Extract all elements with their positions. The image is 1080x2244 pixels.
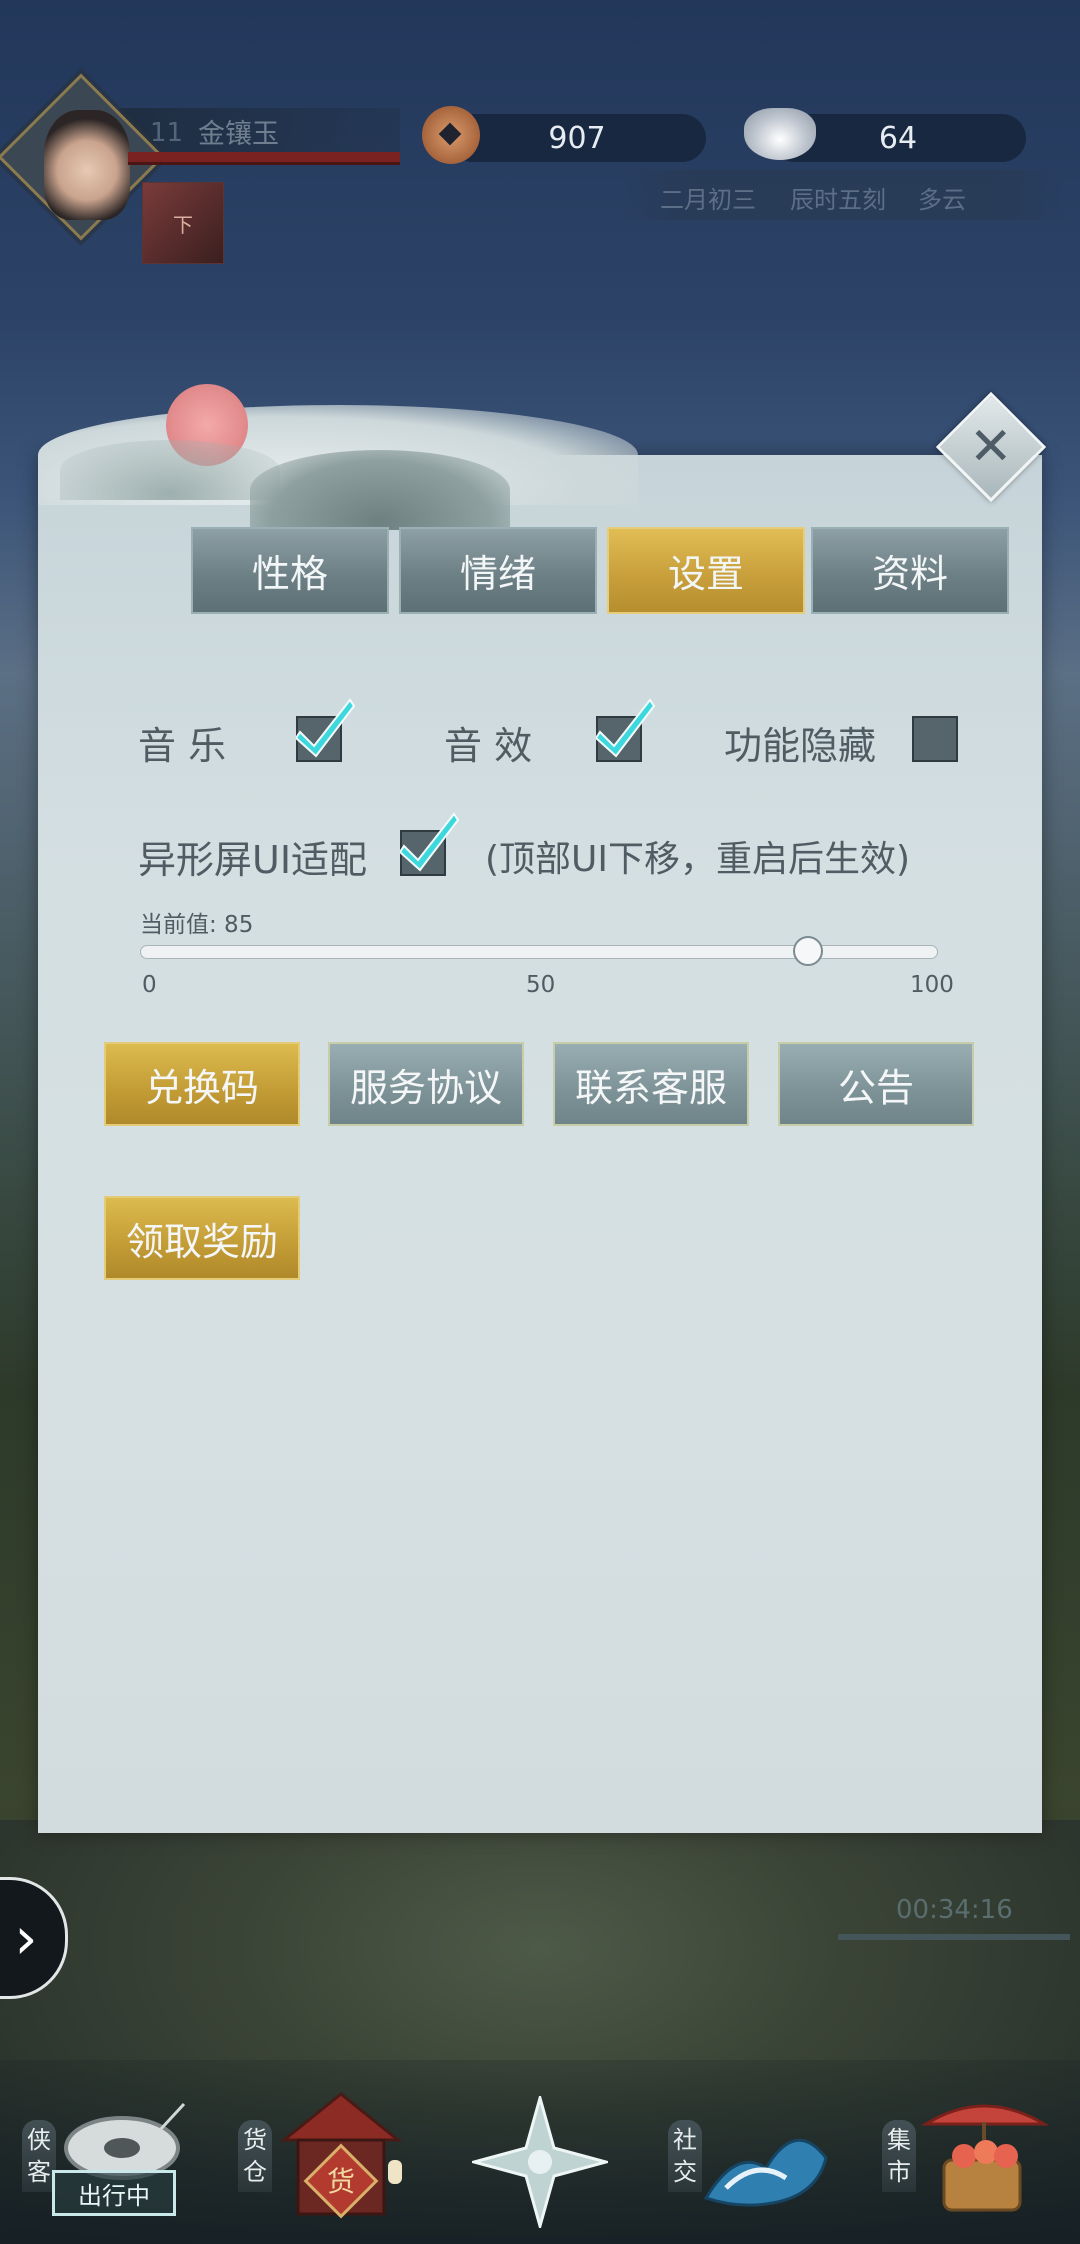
notch-adapt-label: 异形屏UI适配 <box>138 838 368 882</box>
compass-star-icon[interactable] <box>472 2096 608 2228</box>
slider-tick-min: 0 <box>142 972 157 998</box>
world-date: 二月初三 <box>660 186 756 214</box>
checkmark-icon <box>400 812 460 872</box>
close-icon: ✕ <box>969 416 1013 477</box>
service-agreement-button[interactable]: 服务协议 <box>328 1042 524 1126</box>
notch-adapt-note: (顶部UI下移，重启后生效) <box>485 839 911 880</box>
tab-profile[interactable]: 资料 <box>811 527 1009 614</box>
claim-reward-button[interactable]: 领取奖励 <box>104 1196 300 1280</box>
contact-support-button[interactable]: 联系客服 <box>553 1042 749 1126</box>
slider-thumb[interactable] <box>792 936 823 966</box>
announcement-button[interactable]: 公告 <box>778 1042 974 1126</box>
silver-ingot-icon <box>744 108 816 160</box>
timer: 00:34:16 <box>896 1895 1013 1925</box>
cloud-decoration <box>60 440 280 500</box>
settings-panel <box>38 455 1042 1833</box>
warehouse-sign: 货 <box>327 2165 355 2198</box>
silver-value: 64 <box>878 120 918 156</box>
copper-value: 907 <box>548 120 606 156</box>
buff-icon[interactable]: 下 <box>142 182 224 264</box>
warehouse-icon[interactable]: 货 <box>276 2088 406 2228</box>
nav-label-wanderer: 侠客 <box>22 2120 56 2192</box>
world-time: 辰时五刻 <box>790 186 886 214</box>
checkmark-icon <box>296 698 356 758</box>
nav-label-market: 集市 <box>882 2120 916 2192</box>
checkmark-icon <box>596 698 656 758</box>
cloud-decoration <box>250 450 510 530</box>
music-checkbox[interactable] <box>296 698 356 762</box>
nav-label-warehouse: 货仓 <box>238 2120 272 2192</box>
health-bar <box>128 152 400 165</box>
redeem-code-button[interactable]: 兑换码 <box>104 1042 300 1126</box>
tab-settings[interactable]: 设置 <box>607 527 805 614</box>
hide-features-label: 功能隐藏 <box>724 724 877 768</box>
copper-coin-icon <box>422 106 480 164</box>
music-label: 音 乐 <box>138 724 227 768</box>
avatar[interactable] <box>44 110 130 220</box>
timer-bar <box>838 1934 1070 1940</box>
chevron-right-icon: › <box>14 1904 38 1972</box>
slider-tick-max: 100 <box>910 972 954 998</box>
notch-adapt-checkbox[interactable] <box>400 812 460 876</box>
world-weather: 多云 <box>918 186 966 214</box>
wave-social-icon[interactable] <box>696 2108 836 2218</box>
sfx-checkbox[interactable] <box>596 698 656 762</box>
sfx-label: 音 效 <box>444 724 533 768</box>
copper-counter: 907 <box>448 114 706 162</box>
market-icon[interactable] <box>920 2094 1050 2224</box>
player-level: 11 <box>150 118 184 148</box>
traveling-status-badge: 出行中 <box>52 2170 176 2216</box>
tab-personality[interactable]: 性格 <box>191 527 389 614</box>
hide-features-checkbox[interactable] <box>912 716 958 762</box>
tab-emotion[interactable]: 情绪 <box>399 527 597 614</box>
slider-current-value: 当前值: 85 <box>140 912 254 938</box>
player-name: 金镶玉 <box>198 119 279 150</box>
slider-tick-mid: 50 <box>526 972 556 998</box>
world-status-bar: 二月初三 辰时五刻 多云 <box>624 170 1064 220</box>
